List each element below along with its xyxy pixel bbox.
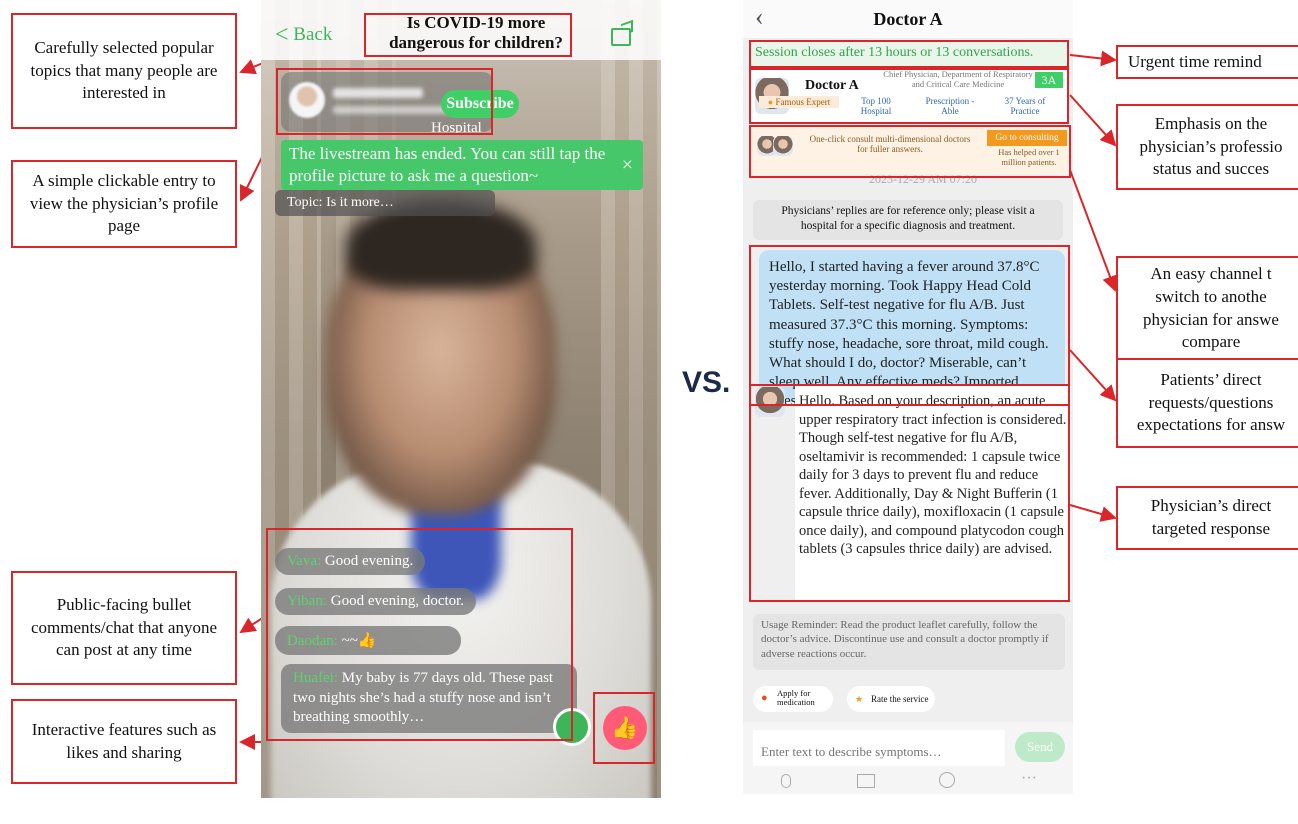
apply-medication-button[interactable]: ● Apply for medication [753, 686, 833, 712]
highlight-doctor-card [749, 68, 1069, 124]
usage-reminder: Usage Reminder: Read the product leaflet… [753, 614, 1065, 670]
highlight-like [593, 692, 655, 764]
callout-patient-requests: Patients’ direct requests/questions expe… [1116, 358, 1298, 448]
callout-professional-status: Emphasis on the physician’s professio st… [1116, 104, 1298, 190]
star-icon: ★ [855, 694, 864, 704]
symptom-input[interactable] [753, 730, 1005, 766]
livestream-ended-banner[interactable]: The livestream has ended. You can still … [281, 140, 643, 190]
voice-icon[interactable] [781, 774, 791, 788]
send-button[interactable]: Send [1015, 732, 1065, 762]
left-connector-arrows [239, 49, 300, 750]
rate-service-button[interactable]: ★ Rate the service [847, 686, 935, 712]
emoji-icon[interactable] [939, 772, 955, 788]
chevron-left-icon: < [275, 22, 289, 48]
image-icon[interactable] [857, 774, 875, 788]
callout-switch-physician: An easy channel t switch to anothe physi… [1116, 256, 1298, 361]
more-icon[interactable]: ··· [1021, 770, 1037, 788]
highlight-doctor-reply [749, 384, 1070, 602]
callout-physician-response: Physician’s direct targeted response [1116, 486, 1298, 550]
highlight-patient-message [749, 245, 1070, 406]
disclaimer: Physicians’ replies are for reference on… [753, 200, 1063, 240]
highlight-profile [276, 68, 493, 135]
pill-icon: ● [761, 692, 768, 704]
back-button[interactable]: < Back [275, 22, 332, 49]
highlight-comments [266, 528, 573, 741]
share-icon[interactable] [611, 19, 633, 46]
back-icon[interactable]: ‹ [755, 2, 764, 32]
topic-label[interactable]: Topic: Is it more… [275, 190, 495, 216]
callout-time-reminder: Urgent time remind [1116, 45, 1298, 79]
highlight-reminder [749, 40, 1069, 68]
vs-label: VS. [682, 366, 731, 399]
highlight-multi-consult [749, 125, 1071, 178]
header-title: Doctor A [873, 9, 943, 29]
close-icon[interactable]: × [622, 152, 633, 178]
highlight-title [364, 13, 572, 57]
